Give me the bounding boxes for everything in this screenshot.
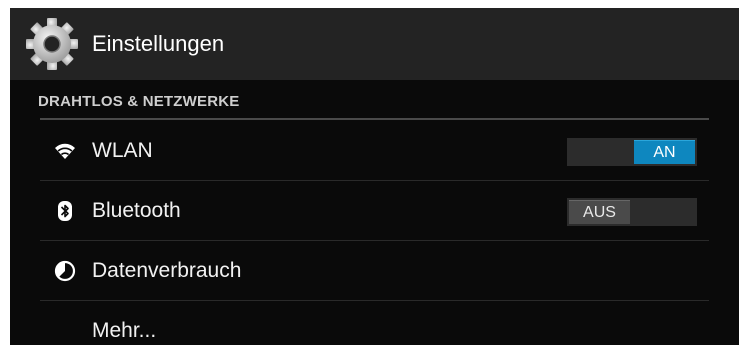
settings-screen: Einstellungen DRAHTLOS & NETZWERKE WLAN … xyxy=(10,8,739,345)
wifi-icon xyxy=(55,143,75,159)
settings-row-more[interactable]: Mehr... xyxy=(40,301,709,345)
wlan-toggle[interactable]: AN xyxy=(567,138,697,166)
row-label-more: Mehr... xyxy=(92,319,157,342)
section-divider xyxy=(40,118,709,120)
data-usage-icon xyxy=(54,260,76,282)
settings-row-data-usage[interactable]: Datenverbrauch xyxy=(40,241,709,301)
action-bar: Einstellungen xyxy=(10,8,739,80)
gear-icon[interactable] xyxy=(24,16,80,72)
bluetooth-toggle[interactable]: AUS xyxy=(567,198,697,226)
row-label-bluetooth: Bluetooth xyxy=(92,199,181,222)
row-label-data-usage: Datenverbrauch xyxy=(92,259,242,282)
app-title: Einstellungen xyxy=(92,31,225,56)
bluetooth-toggle-state: AUS xyxy=(569,200,630,224)
row-label-wlan: WLAN xyxy=(92,139,153,162)
section-header: DRAHTLOS & NETZWERKE xyxy=(38,93,240,110)
settings-row-bluetooth[interactable]: Bluetooth AUS xyxy=(40,181,709,241)
bluetooth-icon xyxy=(58,201,72,221)
settings-row-wlan[interactable]: WLAN AN xyxy=(40,121,709,181)
wlan-toggle-state: AN xyxy=(634,140,695,164)
